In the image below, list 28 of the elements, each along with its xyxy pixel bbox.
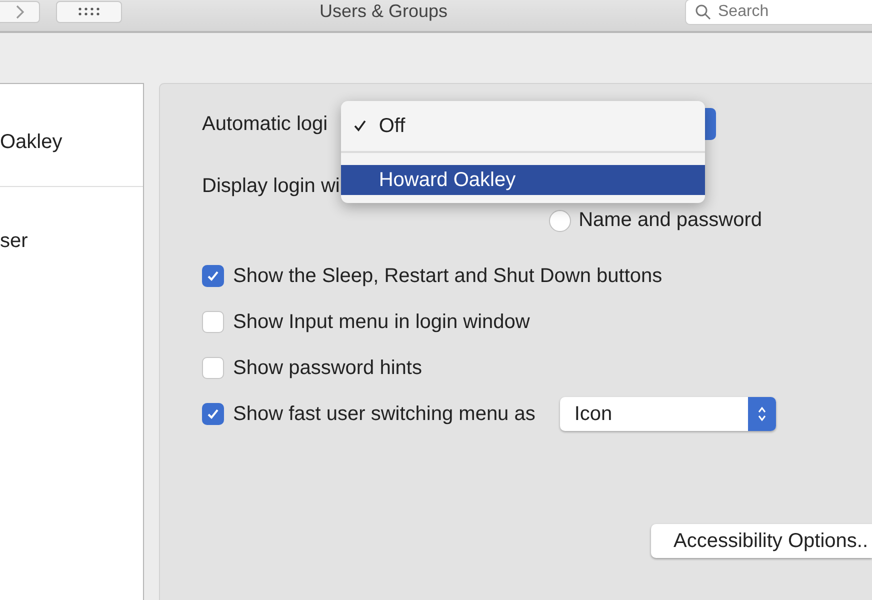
show-all-button[interactable]: [56, 0, 122, 22]
menu-item[interactable]: Howard Oakley: [340, 165, 705, 195]
menu-item[interactable]: Off: [340, 109, 705, 143]
checkbox[interactable]: [202, 265, 224, 287]
user-list-item[interactable]: Oakley: [0, 84, 143, 187]
checkmark-icon: [206, 269, 220, 283]
stepper-arrows-icon: [757, 406, 768, 422]
automatic-login-label: Automatic logi: [202, 113, 329, 136]
checkbox[interactable]: [202, 357, 224, 379]
checkbox-label: Show password hints: [233, 356, 422, 380]
chevron-right-icon: [14, 4, 24, 18]
checkbox-label: Show fast user switching menu as: [233, 402, 536, 426]
accessibility-options-button[interactable]: Accessibility Options..: [651, 524, 872, 558]
checkbox-label: Show Input menu in login window: [233, 310, 530, 334]
radio-label: Name and password: [578, 209, 762, 232]
window-title: Users & Groups: [318, 1, 449, 22]
radio-button[interactable]: [548, 210, 571, 232]
user-list-item[interactable]: ser: [0, 187, 143, 251]
checkbox[interactable]: [202, 403, 224, 425]
checkbox[interactable]: [202, 311, 224, 333]
checkmark-icon: [352, 119, 367, 133]
display-login-label: Display login wi: [202, 175, 340, 198]
popup-menu[interactable]: Icon: [560, 397, 776, 431]
checkmark-icon: [206, 407, 220, 421]
search-icon: [695, 4, 711, 20]
checkbox-label: Show the Sleep, Restart and Shut Down buttons: [233, 264, 662, 288]
search-field[interactable]: Search: [685, 0, 872, 24]
grid-icon: [78, 6, 100, 16]
